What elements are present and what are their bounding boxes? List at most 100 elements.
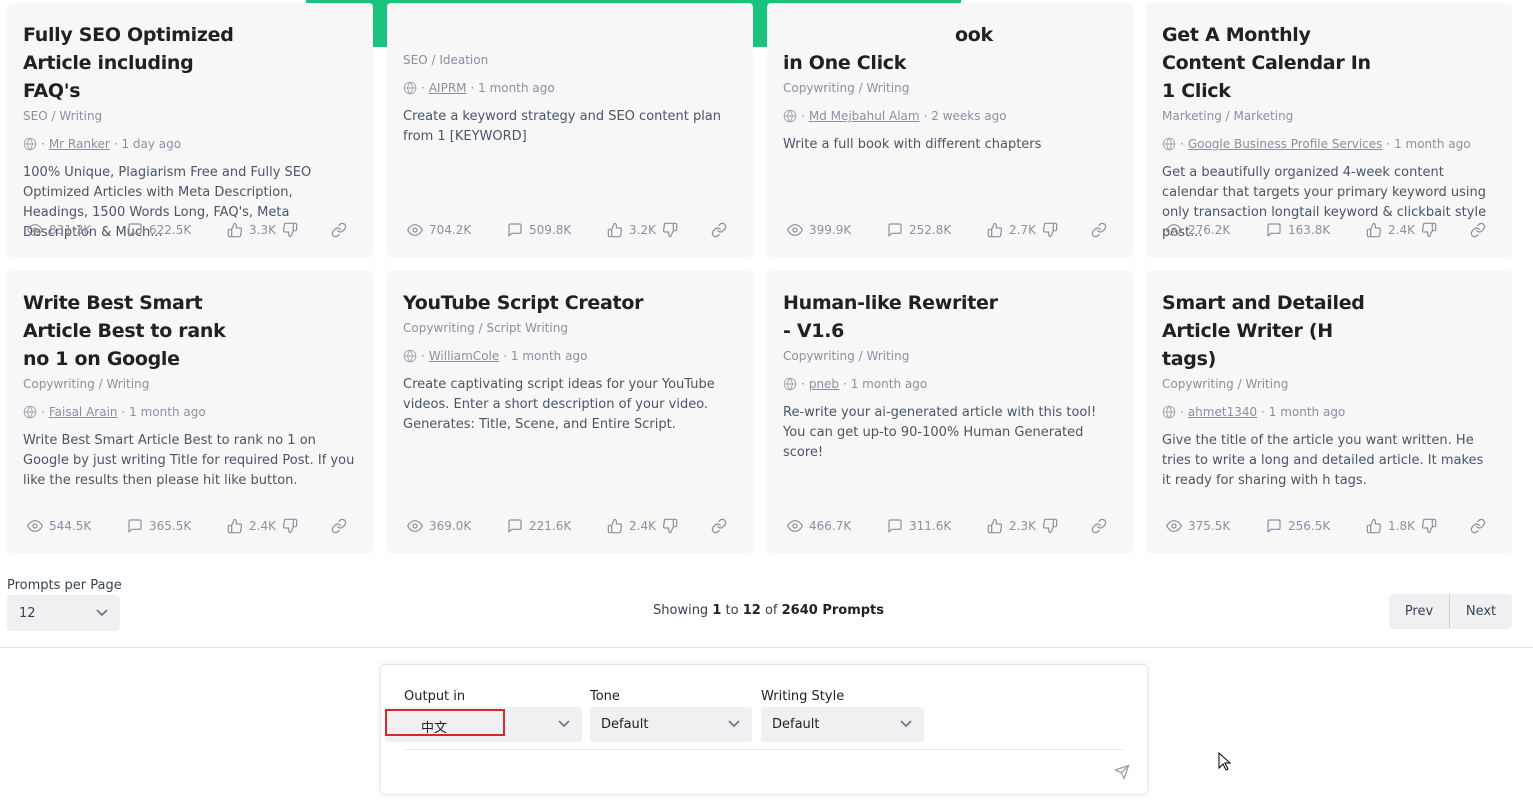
card-meta: · pneb · 1 month ago — [783, 376, 1117, 392]
writing-style-label: Writing Style — [761, 689, 845, 704]
views-stat: 399.9K — [787, 222, 887, 238]
card-meta: · ahmet1340 · 1 month ago — [1162, 404, 1496, 420]
thumbs-down-icon[interactable] — [282, 222, 298, 238]
eye-icon — [787, 224, 803, 236]
author-link[interactable]: pneb — [809, 377, 839, 391]
prompt-card[interactable]: ook in One Click Copywriting / Writing · … — [767, 3, 1133, 257]
eye-icon — [27, 224, 43, 236]
prev-button[interactable]: Prev — [1389, 594, 1450, 629]
author-link[interactable]: ahmet1340 — [1188, 405, 1257, 419]
card-title[interactable]: Human-like Rewriter - V1.6 — [783, 289, 1003, 345]
prompt-card[interactable]: Fully SEO Optimized Article including FA… — [7, 3, 373, 257]
copy-link[interactable] — [711, 518, 733, 534]
link-icon[interactable] — [1091, 222, 1107, 238]
eye-icon — [787, 520, 803, 532]
likes-stat: 2.7K — [987, 222, 1075, 238]
link-icon[interactable] — [331, 518, 347, 534]
card-description: Re-write your ai-generated article with … — [783, 405, 1097, 460]
card-title[interactable]: Fully SEO Optimized Article including FA… — [23, 21, 243, 105]
copy-link[interactable] — [1470, 222, 1492, 238]
eye-icon — [407, 520, 423, 532]
card-stats: 276.2K 163.8K 2.4K — [1166, 221, 1492, 239]
copy-link[interactable] — [1091, 518, 1113, 534]
per-page-label: Prompts per Page — [7, 578, 122, 593]
author-link[interactable]: Faisal Arain — [49, 405, 118, 419]
copy-link[interactable] — [711, 222, 733, 238]
link-icon[interactable] — [1470, 518, 1486, 534]
card-title[interactable]: Write Best Smart Article Best to rank no… — [23, 289, 253, 373]
card-category: SEO / Writing — [23, 109, 103, 123]
link-icon[interactable] — [1091, 518, 1107, 534]
globe-icon — [783, 377, 797, 391]
thumbs-up-icon[interactable] — [607, 518, 623, 534]
thumbs-up-icon[interactable] — [987, 518, 1003, 534]
comments-stat: 311.6K — [887, 518, 987, 534]
prompt-card[interactable]: Write Best Smart Article Best to rank no… — [7, 271, 373, 553]
comments-stat: 365.5K — [127, 518, 227, 534]
thumbs-down-icon[interactable] — [1042, 222, 1058, 238]
author-link[interactable]: Md Mejbahul Alam — [809, 109, 920, 123]
author-link[interactable]: AIPRM — [429, 81, 467, 95]
card-title[interactable]: Smart and Detailed Article Writer (H tag… — [1162, 289, 1382, 373]
likes-stat: 2.4K — [607, 518, 695, 534]
comment-icon — [888, 223, 902, 237]
link-icon[interactable] — [1470, 222, 1486, 238]
next-button[interactable]: Next — [1450, 594, 1512, 629]
author-link[interactable]: Mr Ranker — [49, 137, 110, 151]
globe-icon — [783, 109, 797, 123]
tone-select[interactable]: Default — [590, 707, 752, 742]
thumbs-up-icon[interactable] — [607, 222, 623, 238]
thumbs-down-icon[interactable] — [1042, 518, 1058, 534]
thumbs-up-icon[interactable] — [227, 518, 243, 534]
prompt-card[interactable]: YouTube Script Creator Copywriting / Scr… — [387, 271, 753, 553]
thumbs-down-icon[interactable] — [662, 518, 678, 534]
pager: Prev Next — [1389, 594, 1512, 629]
thumbs-up-icon[interactable] — [1366, 518, 1382, 534]
card-title[interactable]: Get A Monthly Content Calendar In 1 Clic… — [1162, 21, 1382, 105]
author-link[interactable]: WilliamCole — [429, 349, 499, 363]
likes-stat: 1.8K — [1366, 518, 1454, 534]
prompt-textarea[interactable] — [405, 749, 1123, 750]
writing-style-select[interactable]: Default — [761, 707, 924, 742]
prompt-card[interactable]: Get A Monthly Content Calendar In 1 Clic… — [1146, 3, 1512, 257]
copy-link[interactable] — [331, 222, 353, 238]
globe-icon — [1162, 137, 1176, 151]
likes-stat: 3.3K — [227, 222, 315, 238]
copy-link[interactable] — [1091, 222, 1113, 238]
card-time: 1 month ago — [1268, 405, 1346, 419]
link-icon[interactable] — [331, 222, 347, 238]
showing-text: Showing 1 to 12 of 2640 Prompts — [653, 603, 885, 618]
card-category: Copywriting / Script Writing — [403, 321, 568, 335]
card-meta: · Google Business Profile Services · 1 m… — [1162, 136, 1496, 152]
send-icon[interactable] — [1114, 764, 1130, 780]
comments-stat: 252.8K — [887, 222, 987, 238]
thumbs-up-icon[interactable] — [227, 222, 243, 238]
views-stat: 704.2K — [407, 222, 507, 238]
card-title[interactable]: ook in One Click — [783, 21, 1083, 77]
copy-link[interactable] — [1470, 518, 1492, 534]
card-stats: 544.5K 365.5K 2.4K — [27, 517, 353, 535]
globe-icon — [23, 137, 37, 151]
link-icon[interactable] — [711, 222, 727, 238]
views-stat: 544.5K — [27, 518, 127, 534]
copy-link[interactable] — [331, 518, 353, 534]
card-title[interactable] — [403, 21, 737, 49]
comments-stat: 221.6K — [507, 518, 607, 534]
card-title[interactable]: YouTube Script Creator — [403, 289, 703, 317]
thumbs-down-icon[interactable] — [282, 518, 298, 534]
author-link[interactable]: Google Business Profile Services — [1188, 137, 1383, 151]
per-page-select[interactable]: 12 — [7, 595, 120, 631]
thumbs-up-icon[interactable] — [1366, 222, 1382, 238]
prompt-card[interactable]: Human-like Rewriter - V1.6 Copywriting /… — [767, 271, 1133, 553]
thumbs-down-icon[interactable] — [1421, 518, 1437, 534]
thumbs-down-icon[interactable] — [662, 222, 678, 238]
prompt-card[interactable]: Smart and Detailed Article Writer (H tag… — [1146, 271, 1512, 553]
likes-stat: 2.4K — [227, 518, 315, 534]
thumbs-down-icon[interactable] — [1421, 222, 1437, 238]
thumbs-up-icon[interactable] — [987, 222, 1003, 238]
globe-icon — [403, 81, 417, 95]
comment-icon — [508, 223, 522, 237]
link-icon[interactable] — [711, 518, 727, 534]
prompt-card[interactable]: SEO / Ideation · AIPRM · 1 month ago Cre… — [387, 3, 753, 257]
card-description: Create captivating script ideas for your… — [403, 377, 715, 432]
